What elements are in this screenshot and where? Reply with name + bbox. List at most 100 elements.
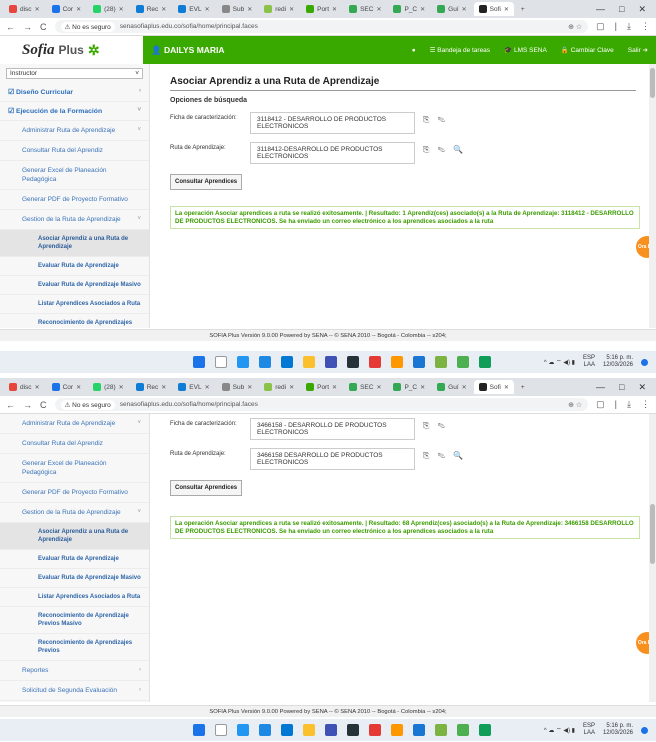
- browser-tab[interactable]: Port ✕: [301, 380, 342, 394]
- taskbar-app-icon[interactable]: [369, 724, 381, 736]
- sidebar-item[interactable]: Evaluar Ruta de Aprendizaje Masivo: [0, 569, 149, 588]
- sidebar-item[interactable]: ☑ Ejecución de la Formación ˅: [0, 102, 149, 121]
- taskbar-app-icon[interactable]: [303, 356, 315, 368]
- sidebar-item[interactable]: Gestion de la Ruta de Aprendizaje ˅: [0, 503, 149, 523]
- sidebar-item[interactable]: Consultar Ruta del Aprendiz: [0, 434, 149, 454]
- tray-icons[interactable]: ^ ☁ ⌔ ◀) ▮: [544, 358, 575, 366]
- sidebar-item[interactable]: Generar Excel de Planeación Pedagógica: [0, 454, 149, 483]
- taskbar-app-icon[interactable]: [325, 724, 337, 736]
- tab-close-icon[interactable]: ✕: [504, 384, 509, 391]
- taskbar-app-icon[interactable]: [413, 724, 425, 736]
- task-inbox-link[interactable]: ☰ Bandeja de tareas: [430, 46, 490, 54]
- help-icon[interactable]: ●: [412, 47, 416, 54]
- download-icon[interactable]: ⤓: [627, 399, 631, 410]
- clock[interactable]: 5:16 p. m. 12/03/2026: [603, 723, 633, 737]
- scrollbar-thumb[interactable]: [650, 68, 655, 98]
- menu-icon[interactable]: ⋮: [641, 399, 650, 410]
- taskbar-app-icon[interactable]: [347, 356, 359, 368]
- tab-close-icon[interactable]: ✕: [420, 384, 425, 391]
- sidebar-item[interactable]: Gestion de la Ruta de Aprendizaje ˅: [0, 210, 149, 230]
- browser-tab[interactable]: Sofi ✕: [473, 2, 514, 16]
- maximize-button[interactable]: □: [619, 4, 624, 15]
- browser-tab[interactable]: Guí ✕: [432, 380, 472, 394]
- tab-close-icon[interactable]: ✕: [161, 384, 166, 391]
- role-select[interactable]: Instructor ˅: [6, 68, 143, 79]
- new-tab-button[interactable]: +: [516, 380, 530, 394]
- forward-button[interactable]: →: [23, 400, 32, 410]
- sidebar-item[interactable]: Administrar Ruta de Aprendizaje ˅: [0, 414, 149, 434]
- address-bar[interactable]: ⚠ No es seguro senasofiaplus.edu.co/sofi…: [54, 398, 589, 411]
- sidebar-item[interactable]: Generar PDF de Proyecto Formativo: [0, 483, 149, 503]
- tab-close-icon[interactable]: ✕: [205, 6, 210, 13]
- sofia-plus-logo[interactable]: Sofia Plus ✲: [0, 36, 143, 64]
- browser-tab[interactable]: P_C ✕: [388, 380, 430, 394]
- browser-tab[interactable]: Sub ✕: [217, 380, 258, 394]
- insecure-badge[interactable]: ⚠ No es seguro: [60, 399, 115, 410]
- language-indicator[interactable]: ESP LAA: [583, 355, 595, 369]
- clock[interactable]: 5:16 p. m. 12/03/2026: [603, 355, 633, 369]
- notification-icon[interactable]: [641, 358, 648, 366]
- insecure-badge[interactable]: ⚠ No es seguro: [60, 21, 115, 32]
- address-bar[interactable]: ⚠ No es seguro senasofiaplus.edu.co/sofi…: [54, 20, 589, 33]
- taskbar-app-icon[interactable]: [259, 724, 271, 736]
- taskbar-app-icon[interactable]: [259, 356, 271, 368]
- reload-button[interactable]: C: [40, 22, 47, 32]
- sidebar-item[interactable]: Reportes ‹: [0, 661, 149, 681]
- page-scrollbar[interactable]: [649, 64, 656, 328]
- ficha-field[interactable]: 3466158 - DESARROLLO DE PRODUCTOS ELECTR…: [250, 418, 415, 440]
- consultar-aprendices-button[interactable]: Consultar Aprendices: [170, 174, 243, 190]
- tab-close-icon[interactable]: ✕: [76, 6, 81, 13]
- minimize-button[interactable]: —: [596, 382, 605, 393]
- taskbar-app-icon[interactable]: [479, 356, 491, 368]
- taskbar-app-icon[interactable]: [391, 724, 403, 736]
- sidebar-item[interactable]: Solicitud de Segunda Evaluación ‹: [0, 681, 149, 701]
- page-scrollbar[interactable]: [649, 414, 656, 702]
- browser-tab[interactable]: (28) ✕: [88, 2, 129, 16]
- browser-tab[interactable]: SEC ✕: [344, 2, 386, 16]
- sidebar-item[interactable]: Listar Aprendices Asociados a Ruta: [0, 588, 149, 607]
- taskbar-app-icon[interactable]: [435, 724, 447, 736]
- logout-link[interactable]: Salir ➜: [628, 46, 648, 54]
- notification-icon[interactable]: [641, 726, 648, 734]
- change-password-link[interactable]: 🔒 Cambiar Clave: [561, 46, 614, 54]
- tab-close-icon[interactable]: ✕: [376, 6, 381, 13]
- sidebar-item[interactable]: Reconocimiento de Aprendizajes Previos: [0, 634, 149, 661]
- maximize-button[interactable]: □: [619, 382, 624, 393]
- taskbar-app-icon[interactable]: [457, 724, 469, 736]
- browser-tab[interactable]: Sub ✕: [217, 2, 258, 16]
- scrollbar-thumb[interactable]: [650, 504, 655, 564]
- taskbar-app-icon[interactable]: [435, 356, 447, 368]
- ficha-action-icons[interactable]: ⎘ ✎: [423, 112, 448, 125]
- taskbar-app-icon[interactable]: [215, 356, 227, 368]
- taskbar-app-icon[interactable]: [369, 356, 381, 368]
- tab-close-icon[interactable]: ✕: [161, 6, 166, 13]
- browser-tab[interactable]: redi ✕: [259, 380, 299, 394]
- tab-close-icon[interactable]: ✕: [289, 6, 294, 13]
- browser-tab[interactable]: Rec ✕: [131, 2, 172, 16]
- taskbar-app-icon[interactable]: [237, 356, 249, 368]
- sidebar-item[interactable]: Reconocimiento de Aprendizaje Previos Ma…: [0, 607, 149, 634]
- tab-close-icon[interactable]: ✕: [35, 384, 40, 391]
- tab-close-icon[interactable]: ✕: [462, 6, 467, 13]
- tab-close-icon[interactable]: ✕: [420, 6, 425, 13]
- download-icon[interactable]: ⤓: [627, 21, 631, 32]
- extensions-icon[interactable]: ▢: [596, 21, 605, 32]
- browser-tab[interactable]: Cor ✕: [47, 2, 87, 16]
- sidebar-item[interactable]: Consultar Ruta del Aprendiz: [0, 141, 149, 161]
- ruta-action-icons[interactable]: ⎘ ✎ 🔍: [423, 142, 466, 155]
- sidebar-item[interactable]: Generar Excel de Planeación Pedagógica: [0, 161, 149, 190]
- taskbar-app-icon[interactable]: [215, 724, 227, 736]
- sidebar-item[interactable]: Listar Aprendices Asociados a Ruta: [0, 295, 149, 314]
- close-window-button[interactable]: ✕: [638, 382, 646, 393]
- sidebar-item[interactable]: Evaluar Ruta de Aprendizaje: [0, 550, 149, 569]
- ficha-field[interactable]: 3118412 - DESARROLLO DE PRODUCTOS ELECTR…: [250, 112, 415, 134]
- bookmark-star-icon[interactable]: ⊕ ☆: [568, 23, 582, 31]
- close-window-button[interactable]: ✕: [638, 4, 646, 15]
- tab-close-icon[interactable]: ✕: [462, 384, 467, 391]
- sidebar-item[interactable]: Generar PDF de Proyecto Formativo: [0, 190, 149, 210]
- sidebar-item[interactable]: Asociar Aprendiz a una Ruta de Aprendiza…: [0, 523, 149, 550]
- browser-tab[interactable]: disc ✕: [4, 2, 45, 16]
- taskbar-app-icon[interactable]: [391, 356, 403, 368]
- tab-close-icon[interactable]: ✕: [119, 384, 124, 391]
- taskbar-app-icon[interactable]: [347, 724, 359, 736]
